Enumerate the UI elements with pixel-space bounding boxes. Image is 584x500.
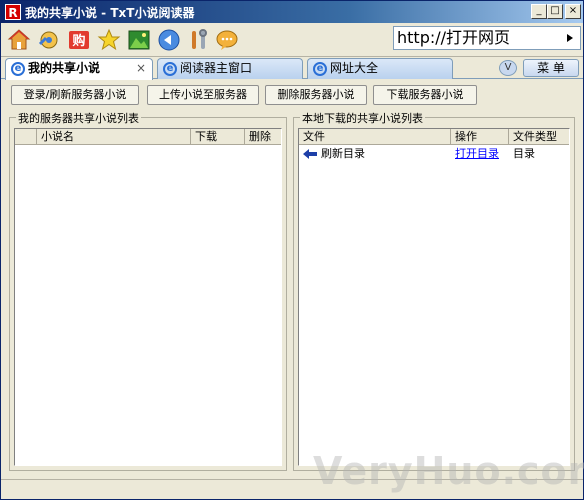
menu-button[interactable]: 菜 单 [523,59,579,77]
col-novel-name[interactable]: 小说名 [37,129,191,145]
tab-bar: e 我的共享小说 × e 阅读器主窗口 e 网址大全 V 菜 单 [1,57,583,80]
svg-text:购: 购 [72,33,85,49]
server-group-title: 我的服务器共享小说列表 [16,110,141,126]
title-bar[interactable]: R 我的共享小说 - TxT小说阅读器 _ □ × [1,1,583,23]
settings-gear-icon[interactable] [37,28,61,52]
local-list-header: 文件 操作 文件类型 [299,129,569,145]
star-favorite-icon[interactable] [97,28,121,52]
open-directory-link[interactable]: 打开目录 [455,146,499,162]
chat-bubble-icon[interactable] [215,28,239,52]
back-arrow-icon[interactable] [157,28,181,52]
chevron-down-icon[interactable]: V [499,60,517,76]
server-list-header: 小说名 下载 删除 [15,129,281,145]
col-download[interactable]: 下载 [191,129,245,145]
app-window: R 我的共享小说 - TxT小说阅读器 _ □ × 购 http://打开网页 … [0,0,584,500]
browser-e-icon: e [163,62,177,76]
row-file-type: 目录 [513,147,535,160]
left-arrow-icon [303,149,317,159]
col-file-type[interactable]: 文件类型 [509,129,569,145]
watermark: VeryHuo.com [313,449,584,493]
minimize-button[interactable]: _ [531,4,547,19]
tab-label: 我的共享小说 [28,61,101,75]
server-novel-list[interactable]: 小说名 下载 删除 [14,128,282,466]
tab-label: 阅读器主窗口 [180,61,253,75]
col-select[interactable] [15,129,37,145]
shop-buy-icon[interactable]: 购 [67,28,91,52]
tab-url-directory[interactable]: e 网址大全 [307,58,453,79]
delete-novel-button[interactable]: 删除服务器小说 [265,85,367,105]
browser-e-icon: e [313,62,327,76]
local-novel-group: 本地下载的共享小说列表 文件 操作 文件类型 刷新目录 打开目录 目录 [293,110,575,471]
maximize-button[interactable]: □ [547,4,563,19]
go-arrow-icon[interactable] [561,26,581,50]
local-novel-list[interactable]: 文件 操作 文件类型 刷新目录 打开目录 目录 [298,128,570,466]
app-logo-icon: R [5,4,21,20]
window-title: 我的共享小说 - TxT小说阅读器 [25,6,195,20]
tools-icon[interactable] [187,28,211,52]
url-input[interactable]: http://打开网页 [393,26,563,50]
table-row[interactable]: 刷新目录 打开目录 目录 [299,146,569,162]
tab-close-icon[interactable]: × [136,59,146,78]
download-novel-button[interactable]: 下载服务器小说 [373,85,477,105]
landscape-image-icon[interactable] [127,28,151,52]
home-icon[interactable] [7,28,31,52]
col-delete[interactable]: 删除 [245,129,281,145]
row-file-name: 刷新目录 [321,147,365,160]
upload-novel-button[interactable]: 上传小说至服务器 [147,85,259,105]
close-window-button[interactable]: × [565,4,581,19]
col-file[interactable]: 文件 [299,129,451,145]
tab-label: 网址大全 [330,61,379,75]
server-novel-group: 我的服务器共享小说列表 小说名 下载 删除 [9,110,287,471]
browser-e-icon: e [11,62,25,76]
local-group-title: 本地下载的共享小说列表 [300,110,425,126]
login-refresh-button[interactable]: 登录/刷新服务器小说 [11,85,139,105]
tab-my-shared-novels[interactable]: e 我的共享小说 × [5,58,153,80]
col-action[interactable]: 操作 [451,129,509,145]
tab-reader-main-window[interactable]: e 阅读器主窗口 [157,58,303,79]
